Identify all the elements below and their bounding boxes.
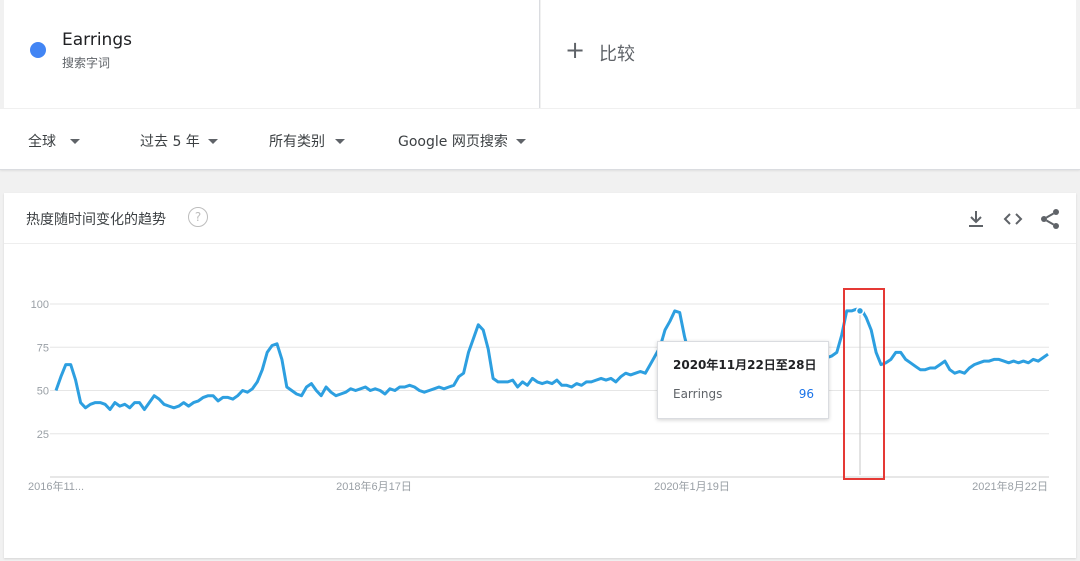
y-tick-label: 100 (31, 299, 49, 311)
tooltip-date: 2020年11月22日至28日 (673, 358, 817, 372)
series-line-earrings[interactable] (54, 307, 1049, 413)
x-tick-label: 2018年6月17日 (336, 479, 412, 493)
tooltip-value: 96 (798, 387, 814, 401)
y-tick-label: 50 (37, 386, 49, 398)
y-tick-label: 75 (37, 342, 49, 354)
tooltip-term: Earrings (673, 387, 723, 401)
x-tick-label: 2021年8月22日 (972, 479, 1048, 493)
x-tick-label: 2020年1月19日 (654, 479, 730, 493)
y-tick-label: 25 (37, 429, 49, 441)
trend-line-chart[interactable]: 25 50 75 100 2016年11... 2018年6月17日 2020年1月19日 2… (0, 0, 1080, 561)
highlight-annotation-box (843, 288, 885, 480)
x-tick-label: 2016年11... (28, 479, 84, 493)
hover-tooltip: 2020年11月22日至28日 Earrings 96 (657, 341, 829, 419)
